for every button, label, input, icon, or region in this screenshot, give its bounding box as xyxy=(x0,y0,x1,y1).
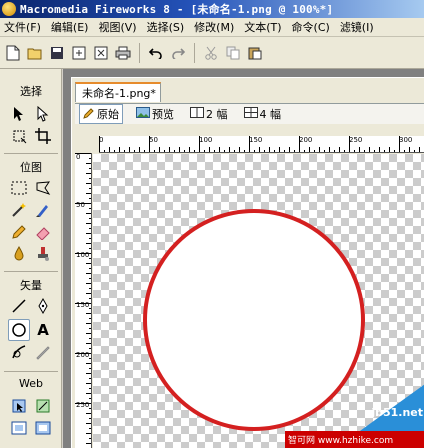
picture-icon xyxy=(136,107,150,121)
scale-tool-icon[interactable] xyxy=(8,125,30,147)
fireworks-app-icon xyxy=(2,2,16,16)
ruler-h-label: 100 xyxy=(199,136,213,144)
title-bar: Macromedia Fireworks 8 - [未命名-1.png @ 10… xyxy=(0,0,424,18)
ruler-v-label: 200 xyxy=(76,351,90,359)
hide-slices-icon[interactable] xyxy=(8,417,30,439)
view-4up-label: 4 幅 xyxy=(259,108,282,121)
ruler-v-label: 250 xyxy=(76,401,90,409)
document-tab[interactable]: 未命名-1.png* xyxy=(75,82,161,102)
menu-select[interactable]: 选择(S) xyxy=(143,19,191,35)
ruler-v-label: 100 xyxy=(76,251,90,259)
crop-tool-icon[interactable] xyxy=(32,125,54,147)
ruler-h-label: 150 xyxy=(249,136,263,144)
menu-edit[interactable]: 编辑(E) xyxy=(47,19,95,35)
view-original-label: 原始 xyxy=(97,108,119,121)
save-icon[interactable] xyxy=(47,43,67,63)
ruler-h-label: 250 xyxy=(349,136,363,144)
watermark-banner: 智可网 www.hzhike.com xyxy=(285,431,424,448)
section-divider xyxy=(4,153,58,154)
menu-view[interactable]: 视图(V) xyxy=(94,19,142,35)
menu-modify[interactable]: 修改(M) xyxy=(190,19,240,35)
section-divider xyxy=(4,271,58,272)
ellipse-tool-icon[interactable] xyxy=(8,319,30,341)
ruler-v-label: 50 xyxy=(76,201,85,209)
view-4up-button[interactable]: 4 幅 xyxy=(241,105,285,123)
pencil-icon xyxy=(83,107,95,122)
ruler-corner xyxy=(75,136,99,153)
ruler-v-label: 150 xyxy=(76,301,90,309)
canvas[interactable]: jb51.net xyxy=(93,154,424,448)
copy-icon[interactable] xyxy=(223,43,243,63)
ruler-h-label: 50 xyxy=(149,136,158,144)
four-up-icon xyxy=(243,107,258,121)
subselect-tool-icon[interactable] xyxy=(32,103,54,125)
eraser-tool-icon[interactable] xyxy=(32,221,54,243)
document-area: 未命名-1.png* 原始 预览 2 幅 4 幅 0 50 100 150 20… xyxy=(63,69,424,448)
menu-text[interactable]: 文本(T) xyxy=(240,19,287,35)
import-icon[interactable] xyxy=(69,43,89,63)
watermark-site-text: jb51.net xyxy=(371,406,423,419)
line-tool-icon[interactable] xyxy=(8,295,30,317)
freeform-tool-icon[interactable] xyxy=(8,341,30,363)
tools-panel: 选择 位图 矢量 A Web xyxy=(0,69,62,448)
section-divider xyxy=(4,371,58,372)
hotspot-tool-icon[interactable] xyxy=(8,395,30,417)
tools-section-bitmap: 位图 xyxy=(20,161,42,174)
window-title: Macromedia Fireworks 8 - [未命名-1.png @ 10… xyxy=(20,3,334,16)
ruler-h-label: 200 xyxy=(299,136,313,144)
rubber-stamp-tool-icon[interactable] xyxy=(32,243,54,265)
view-mode-bar: 原始 预览 2 幅 4 幅 xyxy=(75,103,424,124)
cut-icon[interactable] xyxy=(201,43,221,63)
pen-tool-icon[interactable] xyxy=(32,295,54,317)
brush-tool-icon[interactable] xyxy=(32,199,54,221)
lasso-tool-icon[interactable] xyxy=(32,177,54,199)
pencil-tool-icon[interactable] xyxy=(8,221,30,243)
main-toolbar xyxy=(0,37,424,69)
menu-file[interactable]: 文件(F) xyxy=(0,19,47,35)
view-2up-button[interactable]: 2 幅 xyxy=(187,105,231,123)
ruler-h-label: 0 xyxy=(99,136,104,144)
tools-section-vector: 矢量 xyxy=(20,279,42,292)
ruler-h-label: 300 xyxy=(399,136,413,144)
open-icon[interactable] xyxy=(25,43,45,63)
two-up-icon xyxy=(190,107,204,121)
text-tool-icon[interactable]: A xyxy=(32,319,54,341)
canvas-artwork xyxy=(143,209,424,448)
marquee-tool-icon[interactable] xyxy=(8,177,30,199)
show-slices-icon[interactable] xyxy=(32,417,54,439)
view-original-button[interactable]: 原始 xyxy=(79,104,123,124)
ruler-v-label: 0 xyxy=(76,153,81,161)
print-icon[interactable] xyxy=(113,43,133,63)
menu-filters[interactable]: 滤镜(I) xyxy=(336,19,380,35)
paste-icon[interactable] xyxy=(245,43,265,63)
document-window: 未命名-1.png* 原始 预览 2 幅 4 幅 0 50 100 150 20… xyxy=(71,77,424,448)
view-preview-label: 预览 xyxy=(152,108,174,121)
vertical-ruler[interactable]: 0 50 100 150 200 250 xyxy=(75,153,92,448)
new-file-icon[interactable] xyxy=(3,43,23,63)
knife-tool-icon[interactable] xyxy=(32,341,54,363)
tools-section-select: 选择 xyxy=(20,85,42,98)
red-circle-ellipse[interactable] xyxy=(143,209,365,431)
export-icon[interactable] xyxy=(91,43,111,63)
view-preview-button[interactable]: 预览 xyxy=(133,105,177,123)
toolbar-separator xyxy=(194,42,195,63)
menu-bar: 文件(F) 编辑(E) 视图(V) 选择(S) 修改(M) 文本(T) 命令(C… xyxy=(0,18,424,37)
horizontal-ruler[interactable]: 0 50 100 150 200 250 300 xyxy=(99,136,424,153)
redo-icon[interactable] xyxy=(168,43,188,63)
blur-tool-icon[interactable] xyxy=(8,243,30,265)
toolbar-separator xyxy=(139,42,140,63)
undo-icon[interactable] xyxy=(146,43,166,63)
slice-tool-icon[interactable] xyxy=(32,395,54,417)
tools-section-web: Web xyxy=(19,377,43,390)
pointer-tool-icon[interactable] xyxy=(8,103,30,125)
menu-commands[interactable]: 命令(C) xyxy=(288,19,336,35)
magic-wand-tool-icon[interactable] xyxy=(8,199,30,221)
view-2up-label: 2 幅 xyxy=(206,108,228,121)
